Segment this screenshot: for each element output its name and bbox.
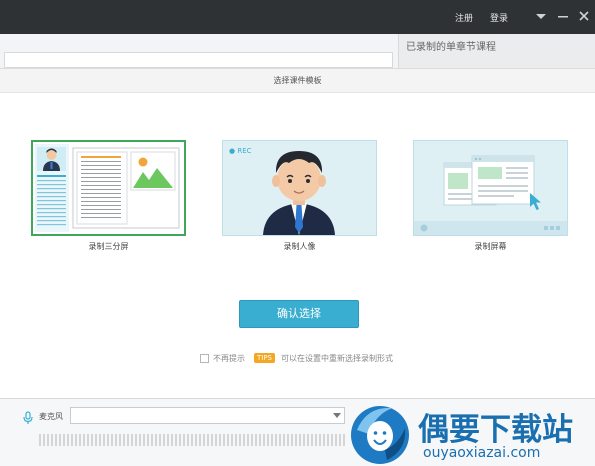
mode-card-presenter[interactable]: ● REC <box>222 140 377 236</box>
course-name-field[interactable] <box>4 52 393 68</box>
no-more-prompt-label: 不再提示 <box>213 354 245 363</box>
watermark-logo-icon <box>351 406 409 464</box>
no-more-prompt-checkbox[interactable] <box>200 354 209 363</box>
dropdown-icon[interactable] <box>533 8 549 24</box>
presenter-rec-illustration-icon: ● REC <box>229 147 335 235</box>
split-screen-illustration-icon <box>35 144 180 232</box>
title-bar: 注册 登录 <box>0 0 595 34</box>
recorded-courses-panel: 已录制的单章节课程 <box>398 34 595 70</box>
template-select-dialog: 选择课件模板 录制三分屏 ● REC 录制人像 录制屏幕 确认选择 不再提示 T… <box>0 68 595 398</box>
mode-card-screen[interactable] <box>413 140 568 236</box>
confirm-selection-button[interactable]: 确认选择 <box>239 300 359 328</box>
close-icon[interactable] <box>576 8 592 24</box>
chevron-down-icon <box>333 413 341 418</box>
watermark-site-name: 偶要下载站 <box>418 412 573 448</box>
microphone-icon <box>23 411 33 424</box>
audio-level-meter <box>39 434 345 446</box>
screen-record-illustration-icon <box>414 155 567 235</box>
microphone-select[interactable] <box>70 407 345 424</box>
tips-text: 可以在设置中重新选择录制形式 <box>281 354 393 363</box>
tips-badge: TIPS <box>254 353 276 363</box>
rec-badge: ● REC <box>229 147 252 155</box>
mode-label-screen: 录制屏幕 <box>474 242 507 251</box>
minimize-icon[interactable] <box>555 8 571 24</box>
microphone-label: 麦克风 <box>39 412 63 421</box>
register-link[interactable]: 注册 <box>455 11 473 24</box>
mode-label-split-screen: 录制三分屏 <box>88 242 129 251</box>
watermark-site-url: ouyaoxiazai.com <box>423 445 541 461</box>
mode-label-presenter: 录制人像 <box>283 242 316 251</box>
mode-card-split-screen[interactable] <box>31 140 186 236</box>
recorded-courses-title: 已录制的单章节课程 <box>406 42 496 53</box>
dialog-title: 选择课件模板 <box>273 76 322 85</box>
dialog-header: 选择课件模板 <box>0 69 595 93</box>
login-link[interactable]: 登录 <box>490 11 508 24</box>
